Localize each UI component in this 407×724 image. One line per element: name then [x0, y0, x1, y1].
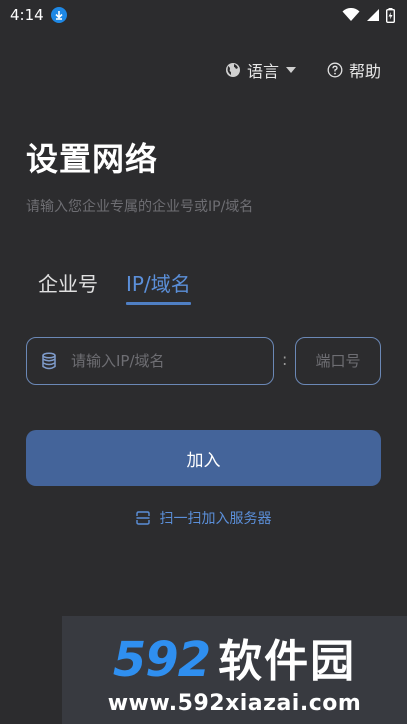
- watermark: 592 软件园 www.592xiazai.com: [62, 616, 407, 724]
- page-title: 设置网络: [26, 140, 159, 178]
- tab-enterprise-id[interactable]: 企业号: [38, 268, 98, 305]
- join-button[interactable]: 加入: [26, 430, 381, 486]
- globe-icon: [225, 63, 240, 77]
- status-icons: [342, 7, 395, 23]
- host-port-separator: :: [282, 350, 288, 369]
- database-icon: [42, 352, 56, 370]
- mode-tabs: 企业号 IP/域名: [38, 268, 219, 305]
- scan-to-join-link[interactable]: 扫一扫加入服务器: [0, 508, 407, 528]
- status-bar: 4:14: [0, 0, 407, 30]
- watermark-number: 592: [112, 631, 211, 688]
- status-time: 4:14: [10, 6, 44, 24]
- battery-icon: [386, 7, 395, 23]
- watermark-url: www.592xiazai.com: [107, 690, 362, 716]
- port-field[interactable]: [295, 337, 381, 385]
- language-label: 语言: [246, 62, 279, 81]
- signal-icon: [367, 9, 379, 21]
- page-subtitle: 请输入您企业专属的企业号或IP/域名: [26, 199, 254, 215]
- help-label: 帮助: [348, 62, 381, 81]
- help-icon: [327, 62, 343, 78]
- download-badge-icon: [50, 7, 67, 23]
- host-field[interactable]: [26, 337, 274, 385]
- port-input[interactable]: [308, 352, 368, 370]
- caret-down-icon: [285, 67, 296, 73]
- scan-link-label: 扫一扫加入服务器: [159, 511, 272, 527]
- watermark-brand: 592 软件园: [113, 625, 356, 689]
- wifi-icon: [342, 8, 360, 21]
- tab-ip-domain[interactable]: IP/域名: [126, 268, 191, 305]
- host-input[interactable]: [71, 352, 251, 370]
- watermark-text: 软件园: [218, 635, 357, 687]
- top-actions: 语言 帮助: [225, 58, 381, 82]
- language-selector[interactable]: 语言: [225, 58, 297, 82]
- scan-icon: [135, 511, 150, 525]
- help-button[interactable]: 帮助: [327, 58, 381, 82]
